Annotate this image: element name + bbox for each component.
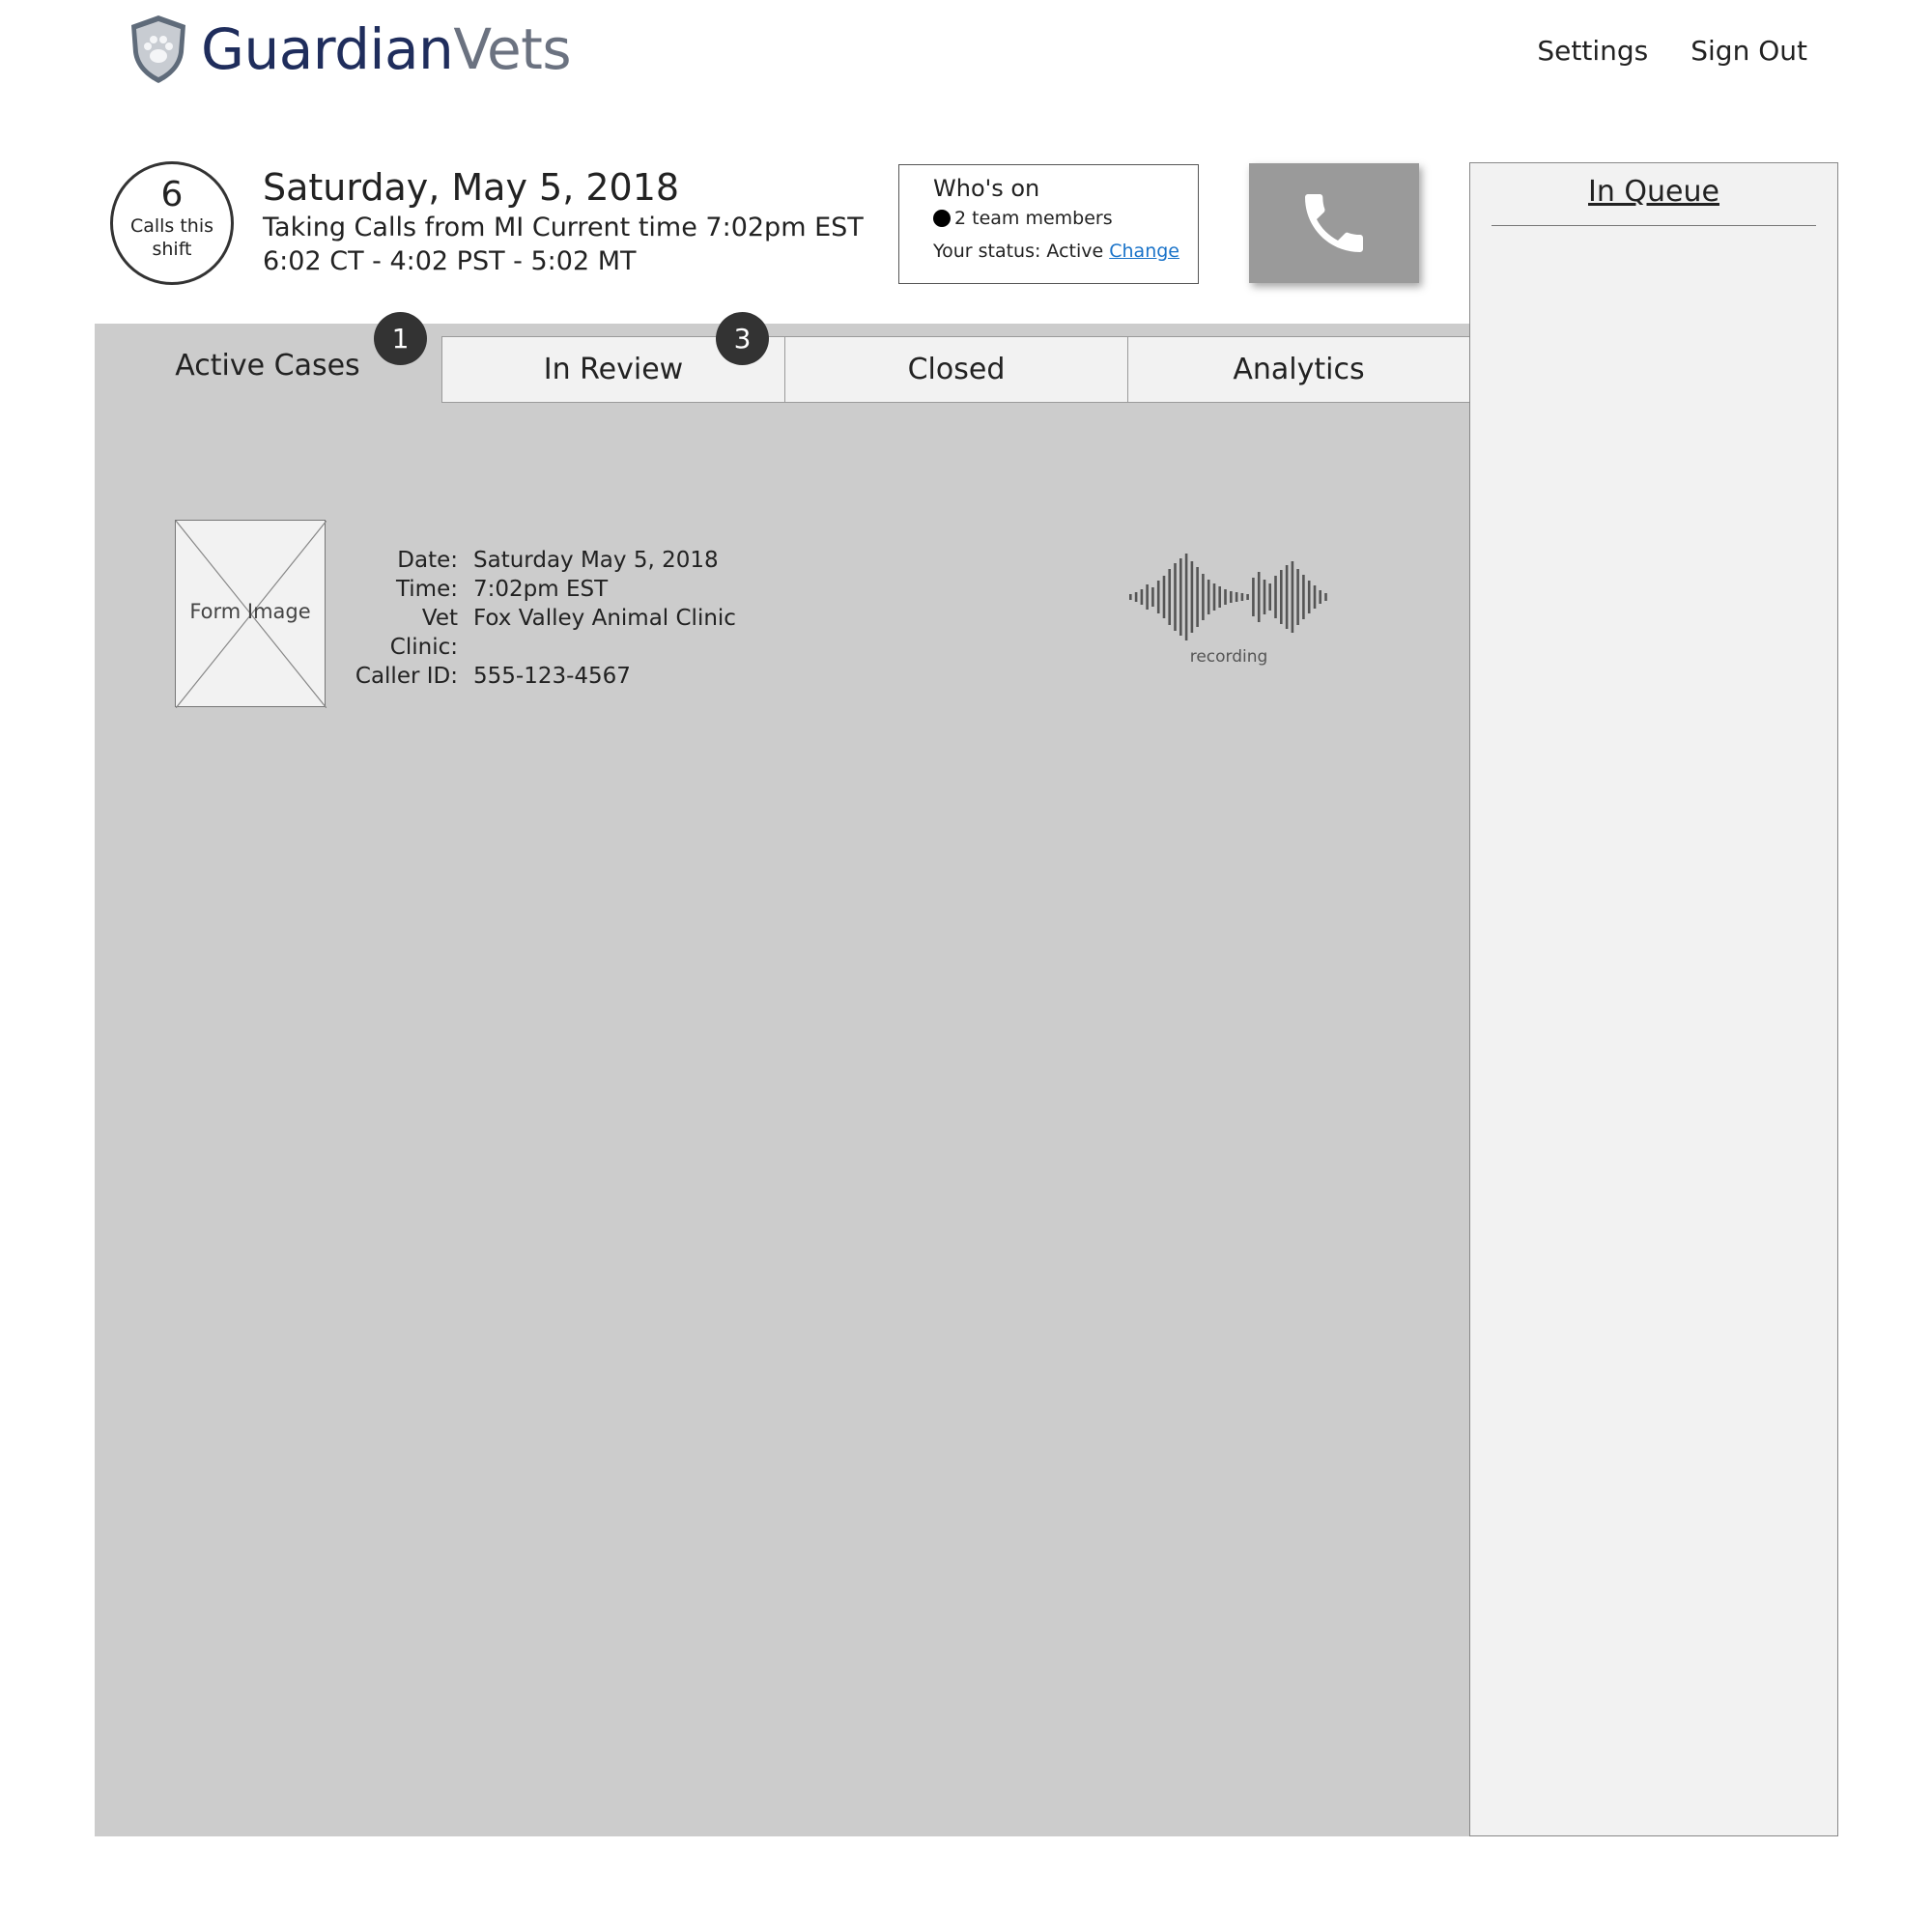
case-field-value: Saturday May 5, 2018 bbox=[473, 548, 719, 573]
tab-analytics-label: Analytics bbox=[1233, 353, 1365, 386]
top-nav: Settings Sign Out bbox=[1537, 35, 1807, 67]
case-field-value: Fox Valley Animal Clinic bbox=[473, 606, 736, 631]
tab-closed-label: Closed bbox=[907, 353, 1006, 386]
case-field-label: Caller ID: bbox=[355, 664, 458, 689]
form-image-label: Form Image bbox=[189, 600, 311, 623]
case-field-label: Date: bbox=[397, 548, 458, 573]
form-image-placeholder[interactable]: Form Image bbox=[175, 520, 327, 708]
active-cases-count-badge: 1 bbox=[374, 312, 427, 365]
team-members-count: 2 team members bbox=[954, 208, 1113, 230]
whos-on-title: Who's on bbox=[933, 175, 1040, 202]
case-field-row: Vet Clinic: Fox Valley Animal Clinic bbox=[348, 604, 736, 662]
case-field-value: 555-123-4567 bbox=[473, 664, 631, 689]
case-field-row: Caller ID: 555-123-4567 bbox=[348, 662, 736, 691]
recording-player[interactable]: recording bbox=[1128, 553, 1329, 667]
change-status-link[interactable]: Change bbox=[1109, 241, 1179, 262]
your-status: Your status: Active Change bbox=[933, 241, 1198, 262]
brand-name: GuardianVets bbox=[201, 21, 572, 77]
brand-logo[interactable]: GuardianVets bbox=[128, 14, 572, 85]
current-date: Saturday, May 5, 2018 bbox=[263, 166, 680, 209]
paw-shield-icon bbox=[131, 15, 185, 83]
calls-counter: 6 Calls this shift bbox=[110, 161, 234, 285]
settings-link[interactable]: Settings bbox=[1537, 35, 1648, 67]
tab-in-review-label: In Review bbox=[543, 353, 684, 386]
phone-icon bbox=[1305, 194, 1363, 252]
shift-info: Saturday, May 5, 2018 Taking Calls from … bbox=[263, 166, 864, 278]
tab-closed[interactable]: Closed bbox=[784, 336, 1128, 403]
brand-name-part1: Guardian bbox=[201, 16, 454, 82]
case-field-value: 7:02pm EST bbox=[473, 577, 609, 602]
tab-active-cases-label: Active Cases bbox=[175, 348, 360, 383]
timezones-text: 6:02 CT - 4:02 PST - 5:02 MT bbox=[263, 245, 637, 276]
tab-analytics[interactable]: Analytics bbox=[1127, 336, 1470, 403]
case-details: Date: Saturday May 5, 2018 Time: 7:02pm … bbox=[348, 546, 736, 691]
waveform-icon bbox=[1129, 554, 1327, 640]
taking-calls-text: Taking Calls from MI Current time 7:02pm… bbox=[263, 212, 864, 242]
sign-out-link[interactable]: Sign Out bbox=[1690, 35, 1807, 67]
queue-divider bbox=[1492, 225, 1816, 226]
status-label: Your status: Active bbox=[933, 241, 1104, 263]
team-members: 2 team members bbox=[933, 208, 1198, 229]
case-field-label: Vet Clinic: bbox=[389, 606, 458, 660]
calls-label: Calls this shift bbox=[129, 214, 214, 261]
case-field-row: Time: 7:02pm EST bbox=[348, 575, 736, 604]
case-field-label: Time: bbox=[395, 577, 458, 602]
queue-panel: In Queue bbox=[1469, 162, 1838, 1836]
calls-count: 6 bbox=[160, 175, 184, 214]
case-field-row: Date: Saturday May 5, 2018 bbox=[348, 546, 736, 575]
whos-on-box: Who's on 2 team members Your status: Act… bbox=[898, 164, 1199, 284]
call-button[interactable] bbox=[1249, 163, 1419, 283]
recording-label: recording bbox=[1189, 647, 1268, 667]
brand-name-part2: Vets bbox=[453, 16, 572, 82]
in-review-count-badge: 3 bbox=[716, 312, 769, 365]
queue-title: In Queue bbox=[1588, 175, 1719, 209]
online-dot-icon bbox=[933, 210, 951, 228]
